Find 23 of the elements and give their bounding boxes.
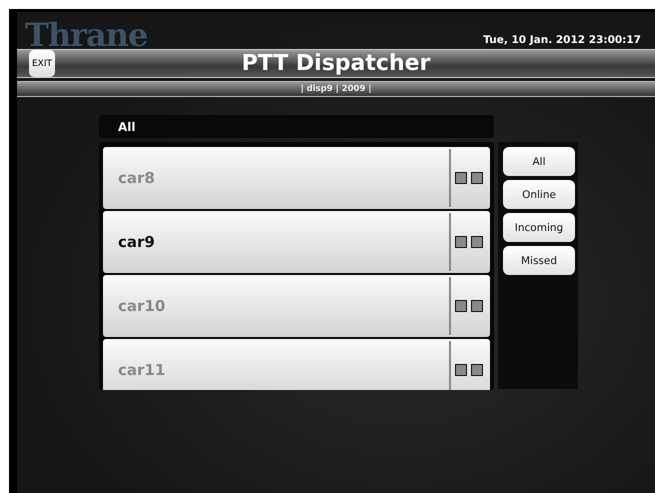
exit-button[interactable]: EXIT: [29, 50, 55, 77]
contact-name: car9: [117, 233, 155, 251]
status-square-icon: [471, 236, 483, 248]
app-title: PTT Dispatcher: [242, 51, 430, 76]
filter-button[interactable]: Missed: [503, 246, 575, 275]
status-square-icon: [455, 300, 467, 312]
status-square-icon: [471, 172, 483, 184]
filter-button[interactable]: All: [503, 147, 575, 176]
contact-name: car11: [117, 361, 166, 379]
contact-row[interactable]: car9: [103, 211, 490, 273]
filter-button[interactable]: Incoming: [503, 213, 575, 242]
status-square-icon: [471, 364, 483, 376]
logo: Thrane: [25, 17, 148, 53]
list-heading-text: All: [118, 120, 136, 134]
session-info: | disp9 | 2009 |: [300, 84, 372, 94]
contact-name: car8: [117, 169, 155, 187]
filter-button[interactable]: Online: [503, 180, 575, 209]
status-square-icon: [455, 236, 467, 248]
contact-name: car10: [117, 297, 166, 315]
status-square-icon: [471, 300, 483, 312]
status-square-icon: [455, 172, 467, 184]
status-square-icon: [455, 364, 467, 376]
date-time: Tue, 10 Jan. 2012 23:00:17: [483, 34, 641, 46]
